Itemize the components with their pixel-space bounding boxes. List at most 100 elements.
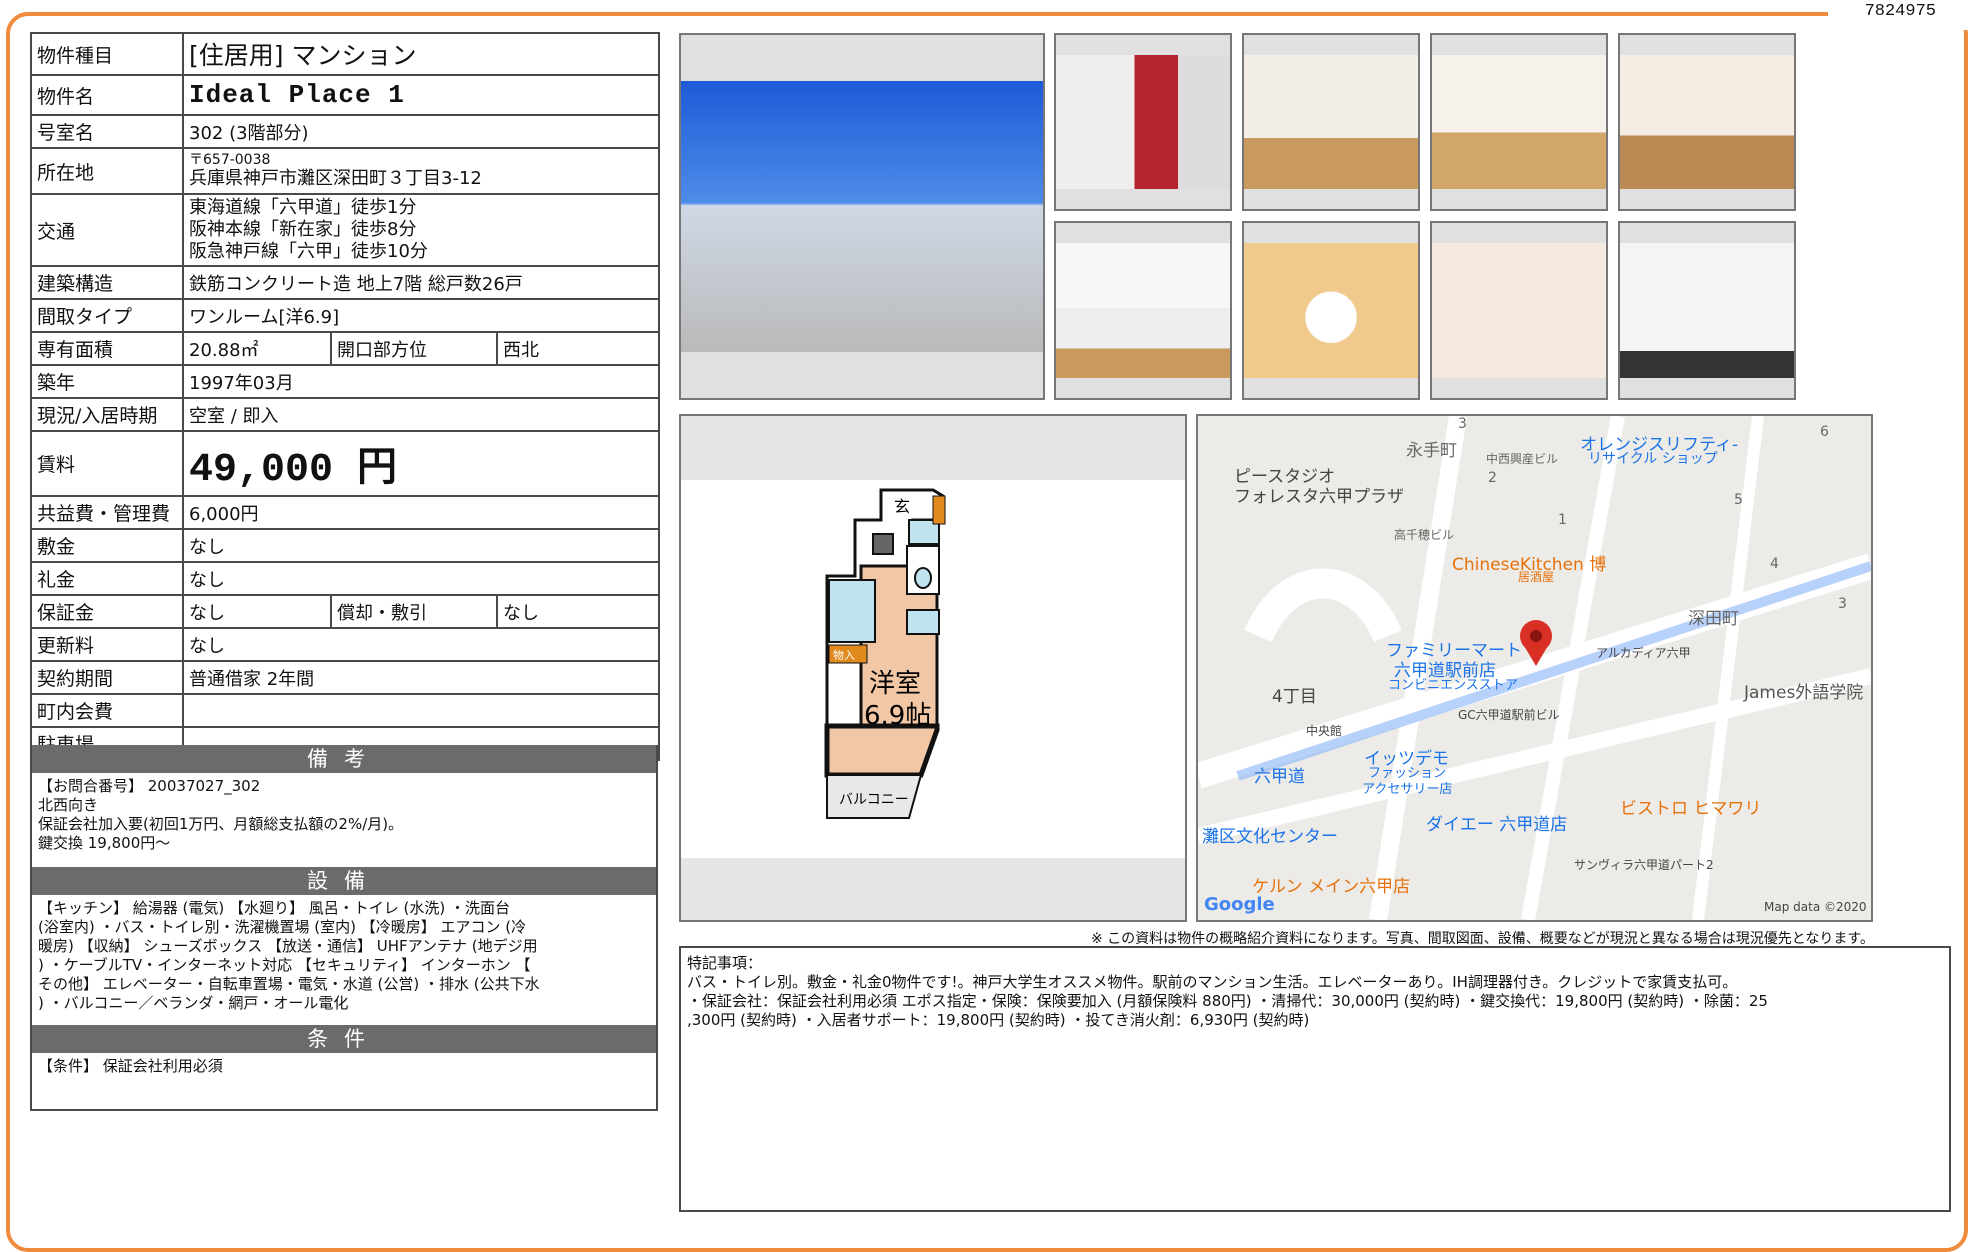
address-label: 所在地 bbox=[30, 147, 184, 195]
status-value: 空室 / 即入 bbox=[181, 397, 661, 432]
floor-plan: 玄 物入 洋室 6.9帖 バルコニー bbox=[679, 414, 1187, 922]
structure-label: 建築構造 bbox=[30, 265, 184, 300]
room-photo bbox=[1618, 33, 1796, 211]
built-label: 築年 bbox=[30, 364, 184, 399]
map-label: リサイクル ショップ bbox=[1588, 451, 1718, 467]
entrance-label: 玄 bbox=[894, 497, 910, 516]
fee-label: 共益費・管理費 bbox=[30, 495, 184, 530]
room-photo bbox=[1242, 33, 1420, 211]
map-label: フォレスタ六甲プラザ bbox=[1234, 487, 1404, 507]
location-map[interactable]: 永手町 中西興産ビル オレンジスリフティ- リサイクル ショップ ピースタジオ … bbox=[1196, 414, 1873, 922]
map-label: GC六甲道駅前ビル bbox=[1458, 708, 1560, 722]
map-block-number: 4 bbox=[1770, 556, 1779, 572]
area-value: 20.88㎡ bbox=[182, 331, 332, 366]
room-name: 洋室 bbox=[869, 669, 921, 699]
guarantee-label: 保証金 bbox=[30, 594, 184, 629]
kitchen-photo bbox=[1054, 221, 1232, 400]
storage-label: 物入 bbox=[833, 648, 855, 662]
conditions-text: 【条件】 保証会社利用必須 bbox=[38, 1057, 223, 1075]
deposit-label: 敷金 bbox=[30, 528, 184, 563]
access-line: 阪急神戸線「六甲」徒歩10分 bbox=[189, 241, 428, 262]
postal-code: 〒657-0038 bbox=[189, 152, 271, 168]
town-fee-label: 町内会費 bbox=[30, 693, 184, 728]
google-logo: Google bbox=[1204, 894, 1275, 915]
amort-label: 償却・敷引 bbox=[330, 594, 498, 629]
amort-value: なし bbox=[495, 594, 661, 629]
town-fee-value bbox=[181, 693, 661, 728]
access-label: 交通 bbox=[30, 193, 184, 267]
deposit-value: なし bbox=[181, 528, 661, 563]
map-label: ビストロ ヒマワリ bbox=[1620, 799, 1762, 819]
renewal-label: 更新料 bbox=[30, 627, 184, 662]
map-label: 中央館 bbox=[1306, 724, 1343, 738]
property-spec-table: 物件種目 [住居用] マンション 物件名 Ideal Place 1 号室名 302 … bbox=[30, 32, 661, 761]
layout-label: 間取タイプ bbox=[30, 298, 184, 333]
key-money-label: 礼金 bbox=[30, 561, 184, 596]
layout-value: ワンルーム[洋6.9] bbox=[181, 298, 661, 333]
room-label: 号室名 bbox=[30, 114, 184, 149]
disclaimer: ※ この資料は物件の概略紹介資料になります。写真、間取図面、設備、概要などが現況… bbox=[1091, 931, 1874, 947]
elevator-photo bbox=[1054, 33, 1232, 211]
remarks-section: 備考 【お問合番号】 20037027_302 北西向き 保証会社加入要(初回1… bbox=[30, 745, 658, 1111]
map-label: ケルン メイン六甲店 bbox=[1252, 877, 1411, 897]
document-id: 7824975 bbox=[1864, 2, 1936, 21]
contract-label: 契約期間 bbox=[30, 660, 184, 695]
special-notes-text: バス・トイレ別。敷金・礼金0物件です!。神戸大学生オススメ物件。駅前のマンション… bbox=[687, 973, 1768, 1029]
built-value: 1997年03月 bbox=[181, 364, 661, 399]
equipment-text: 【キッチン】 給湯器 (電気) 【水廻り】 風呂・トイレ (水洗) ・洗面台 (… bbox=[38, 899, 540, 1012]
map-label: 中西興産ビル bbox=[1486, 452, 1559, 466]
map-label: 4丁目 bbox=[1272, 687, 1317, 707]
map-label: 居酒屋 bbox=[1518, 570, 1555, 584]
name-label: 物件名 bbox=[30, 74, 184, 116]
direction-value: 西北 bbox=[495, 331, 661, 366]
access-line: 東海道線「六甲道」徒歩1分 bbox=[189, 197, 417, 218]
rent-value: 49,000 円 bbox=[181, 430, 661, 497]
map-block-number: 1 bbox=[1558, 512, 1567, 528]
special-notes-title: 特記事項： bbox=[687, 954, 763, 972]
map-label: 永手町 bbox=[1406, 441, 1457, 461]
address-value: 兵庫県神戸市灘区深田町３丁目3-12 bbox=[189, 168, 482, 189]
toilet-photo bbox=[1430, 221, 1608, 400]
access-line: 阪神本線「新在家」徒歩8分 bbox=[189, 219, 417, 240]
map-attribution: Map data ©2020 bbox=[1764, 900, 1867, 914]
remarks-header: 備考 bbox=[32, 745, 656, 773]
map-block-number: 3 bbox=[1838, 596, 1847, 612]
direction-label: 開口部方位 bbox=[330, 331, 498, 366]
map-label: サンヴィラ六甲道パート2 bbox=[1574, 858, 1714, 872]
floor-plan-drawing: 玄 物入 洋室 6.9帖 バルコニー bbox=[824, 488, 946, 819]
special-notes: 特記事項： バス・トイレ別。敷金・礼金0物件です!。神戸大学生オススメ物件。駅前… bbox=[679, 946, 1951, 1212]
structure-value: 鉄筋コンクリート造 地上7階 総戸数26戸 bbox=[181, 265, 661, 300]
contract-value: 普通借家 2年間 bbox=[181, 660, 661, 695]
washbasin-photo bbox=[1242, 221, 1420, 400]
room-size: 6.9帖 bbox=[864, 701, 931, 731]
map-block-number: 2 bbox=[1488, 470, 1497, 486]
map-label: コンビニエンスストア bbox=[1388, 678, 1518, 693]
map-label: 高千穂ビル bbox=[1394, 528, 1455, 542]
map-label: 灘区文化センター bbox=[1202, 827, 1338, 847]
guarantee-value: なし bbox=[182, 594, 332, 629]
remarks-text: 【お問合番号】 20037027_302 北西向き 保証会社加入要(初回1万円、… bbox=[38, 777, 404, 852]
status-label: 現況/入居時期 bbox=[30, 397, 184, 432]
map-label: アルカディア六甲 bbox=[1596, 646, 1691, 660]
map-label: 六甲道 bbox=[1254, 767, 1305, 787]
rent-label: 賃料 bbox=[30, 430, 184, 497]
map-label: 深田町 bbox=[1688, 609, 1739, 629]
area-label: 専有面積 bbox=[30, 331, 184, 366]
map-label: James外語学院 bbox=[1744, 683, 1864, 703]
map-block-number: 5 bbox=[1734, 492, 1743, 508]
building-photo bbox=[679, 33, 1045, 400]
room-photo bbox=[1430, 33, 1608, 211]
key-money-value: なし bbox=[181, 561, 661, 596]
type-label: 物件種目 bbox=[30, 32, 184, 76]
map-block-number: 6 bbox=[1820, 424, 1829, 440]
renewal-value: なし bbox=[181, 627, 661, 662]
room-value: 302 (3階部分) bbox=[181, 114, 661, 149]
map-label: アクセサリー店 bbox=[1362, 782, 1453, 797]
fee-value: 6,000円 bbox=[181, 495, 661, 530]
type-value: [住居用] マンション bbox=[181, 32, 661, 76]
map-block-number: 3 bbox=[1458, 416, 1467, 432]
laundry-photo bbox=[1618, 221, 1796, 400]
conditions-header: 条件 bbox=[32, 1025, 656, 1053]
property-name: Ideal Place 1 bbox=[181, 74, 661, 116]
balcony-label: バルコニー bbox=[839, 792, 909, 808]
